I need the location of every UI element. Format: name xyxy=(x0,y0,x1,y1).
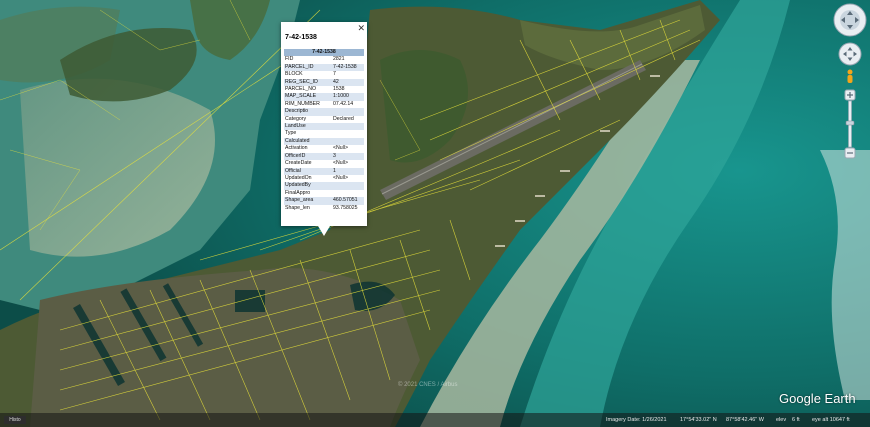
table-row: Calculated xyxy=(284,137,364,146)
zoom-out-icon[interactable] xyxy=(844,147,856,159)
attr-value: 42 xyxy=(332,78,364,87)
attr-key: Category xyxy=(285,115,307,122)
table-row: Descriptio xyxy=(284,108,364,116)
attr-value: 1 xyxy=(332,167,364,175)
attr-key: FinalAppro xyxy=(285,189,311,196)
attr-key: FID xyxy=(285,56,294,63)
table-row: Type xyxy=(284,130,364,137)
attribute-table: 7-42-1538 FID 2821 PARCEL_ID 7-42-1538 BLO… xyxy=(284,49,364,212)
elevation-value: 6 ft xyxy=(792,417,800,423)
close-icon[interactable]: ✕ xyxy=(357,23,365,34)
imagery-date: Imagery Date: 1/26/2021 xyxy=(606,417,667,423)
popup-pointer xyxy=(318,226,330,236)
table-row: UpdatedOn <Null> xyxy=(284,175,364,182)
longitude-readout: 87°58'42.46" W xyxy=(726,417,764,423)
attr-key: Shape_area xyxy=(284,197,332,205)
attr-value: <Null> xyxy=(333,145,348,152)
attr-key: PARCEL_NO xyxy=(285,86,317,93)
attr-value xyxy=(332,190,364,197)
eye-altitude: eye alt 10647 ft xyxy=(812,417,850,423)
table-row: CreateDate <Null> xyxy=(284,160,364,167)
attr-value xyxy=(332,137,364,146)
attr-key: Official xyxy=(284,167,332,175)
table-row: UpdatedBy xyxy=(284,182,364,190)
latitude-readout: 17°54'33.02" N xyxy=(680,417,717,423)
zoom-in-icon[interactable] xyxy=(844,89,856,101)
satellite-map[interactable] xyxy=(0,0,870,427)
navigation-controls xyxy=(833,3,867,159)
move-joystick-icon[interactable] xyxy=(838,42,862,66)
attr-value: 1538 xyxy=(333,86,345,93)
attr-key: BLOCK xyxy=(285,71,303,78)
attr-value: 93.758025 xyxy=(333,204,358,211)
imagery-copyright: © 2021 CNES / Airbus xyxy=(398,382,458,388)
attr-key: CreateDate xyxy=(285,160,312,167)
attr-value: 1:1000 xyxy=(332,93,364,101)
table-row: OfficerID 3 xyxy=(284,152,364,161)
google-earth-logo: Google Earth xyxy=(779,391,856,406)
attr-key: Descriptio xyxy=(284,108,332,116)
table-row: FinalAppro xyxy=(284,190,364,197)
table-row: PARCEL_ID 7-42-1538 xyxy=(284,63,364,72)
attr-key: MAP_SCALE xyxy=(284,93,332,101)
attr-key: Activation xyxy=(285,145,308,152)
table-row: MAP_SCALE 1:1000 xyxy=(284,93,364,101)
pegman-icon[interactable] xyxy=(847,69,853,84)
table-row: Shape_area 460.57051 xyxy=(284,197,364,205)
feature-popup: 7-42-1538 ✕ 7-42-1538 FID 2821 PARCEL_ID 7… xyxy=(281,22,367,226)
attr-value: 7 xyxy=(333,71,336,78)
attr-key: OfficerID xyxy=(284,152,332,161)
table-row: RIM_NUMBER 07.42.14 xyxy=(284,101,364,108)
attr-value: 07.42.14 xyxy=(333,100,354,107)
historical-imagery-button[interactable]: Histo xyxy=(4,416,26,424)
attr-key: UpdatedOn xyxy=(285,174,312,181)
attr-value: 3 xyxy=(332,152,364,161)
attribute-table-header: 7-42-1538 xyxy=(284,49,364,57)
zoom-slider[interactable] xyxy=(845,100,855,148)
popup-title: 7-42-1538 xyxy=(285,34,317,41)
table-row: FID 2821 xyxy=(284,56,364,63)
attr-key: UpdatedBy xyxy=(284,182,332,190)
attr-key: RIM_NUMBER xyxy=(285,100,320,107)
attr-value: <Null> xyxy=(333,160,348,167)
table-row: PARCEL_NO 1538 xyxy=(284,86,364,93)
table-row: Official 1 xyxy=(284,167,364,175)
table-row: Category Declared xyxy=(284,116,364,123)
look-joystick-icon[interactable] xyxy=(833,3,867,37)
attr-key: Shape_len xyxy=(285,204,310,211)
attr-value: Declared xyxy=(333,115,354,122)
attr-value xyxy=(332,130,364,137)
attr-value: 460.57051 xyxy=(332,197,364,205)
attr-key: Calculated xyxy=(284,137,332,146)
table-row: Shape_len 93.758025 xyxy=(284,205,364,212)
attr-value xyxy=(332,123,364,131)
attr-value xyxy=(332,108,364,116)
table-row: Activation <Null> xyxy=(284,145,364,152)
table-row: BLOCK 7 xyxy=(284,71,364,78)
attr-value xyxy=(332,182,364,190)
table-row: REG_SEC_ID 42 xyxy=(284,78,364,87)
attr-key: PARCEL_ID xyxy=(284,63,332,72)
elevation-label: elev xyxy=(776,417,787,423)
attr-value: 2821 xyxy=(333,56,345,63)
attr-key: Type xyxy=(285,130,297,137)
attr-key: LandUse xyxy=(284,123,332,131)
attr-key: REG_SEC_ID xyxy=(284,78,332,87)
attr-value: <Null> xyxy=(333,174,348,181)
status-bar: Histo Imagery Date: 1/26/2021 17°54'33.0… xyxy=(0,413,870,427)
table-row: LandUse xyxy=(284,123,364,131)
attr-value: 7-42-1538 xyxy=(332,63,364,72)
